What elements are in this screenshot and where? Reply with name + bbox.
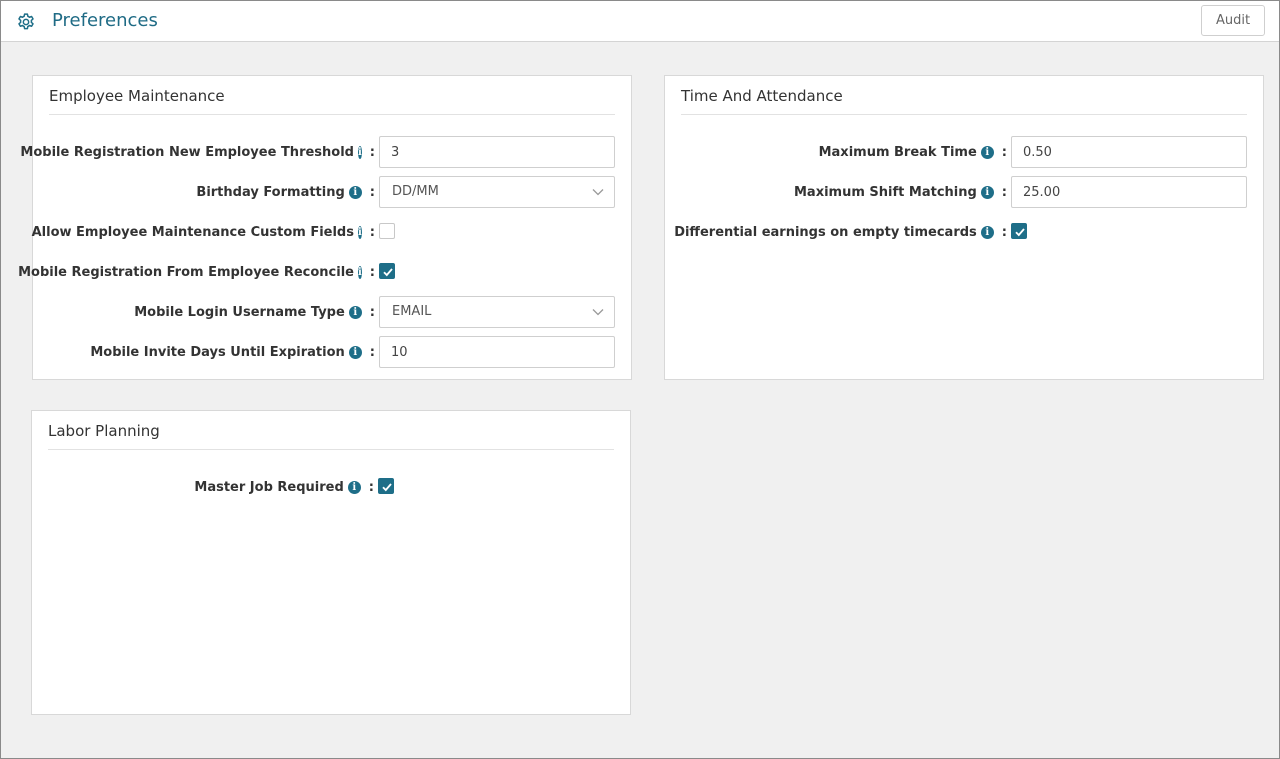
info-icon[interactable]: i [348,345,362,359]
setting-label: Allow Employee Maintenance Custom Fields [31,224,354,240]
reconcile-registration-checkbox[interactable] [379,263,395,279]
chevron-down-icon [592,309,604,316]
gear-icon [18,13,34,30]
panel-title: Employee Maintenance [49,87,225,105]
setting-row: Mobile Invite Days Until Expiration i : [33,336,631,368]
colon: : [369,264,375,280]
checkmark-icon [382,483,392,492]
colon: : [369,304,375,320]
top-bar: Preferences Audit [1,1,1279,42]
invite-days-input[interactable] [379,336,615,368]
info-icon[interactable]: i [348,185,362,199]
setting-label: Differential earnings on empty timecards [674,224,977,240]
info-icon[interactable]: i [980,225,994,239]
setting-label: Birthday Formatting [196,184,345,200]
setting-row: Mobile Registration New Employee Thresho… [20,136,631,168]
setting-row: Mobile Login Username Type i : EMAIL [33,296,631,328]
setting-row: Mobile Registration From Employee Reconc… [18,256,631,288]
differential-earnings-checkbox[interactable] [1011,223,1027,239]
setting-label: Mobile Login Username Type [134,304,345,320]
panel-title: Time And Attendance [681,87,843,105]
setting-row: Maximum Shift Matching i : [665,176,1263,208]
info-icon[interactable]: i [357,225,362,239]
birthday-format-select[interactable]: DD/MM [379,176,615,208]
labor-planning-panel: Labor Planning Master Job Required i : [31,410,631,715]
setting-row: Master Job Required i : [32,471,630,503]
checkmark-icon [1015,228,1025,237]
colon: : [369,184,375,200]
page-title: Preferences [52,10,158,31]
setting-row: Allow Employee Maintenance Custom Fields… [31,216,631,248]
setting-label: Master Job Required [194,479,344,495]
colon: : [1001,144,1007,160]
colon: : [1001,224,1007,240]
setting-label: Maximum Break Time [818,144,977,160]
info-icon[interactable]: i [357,265,362,279]
setting-row: Maximum Break Time i : [665,136,1263,168]
info-icon[interactable]: i [980,185,994,199]
setting-label: Maximum Shift Matching [794,184,977,200]
panel-title: Labor Planning [48,422,160,440]
setting-row: Birthday Formatting i : DD/MM [33,176,631,208]
info-icon[interactable]: i [980,145,994,159]
chevron-down-icon [592,189,604,196]
custom-fields-checkbox[interactable] [379,223,395,239]
setting-label: Mobile Registration New Employee Thresho… [20,144,354,160]
colon: : [368,479,374,495]
max-break-time-input[interactable] [1011,136,1247,168]
threshold-input[interactable] [379,136,615,168]
divider [681,114,1247,115]
checkmark-icon [383,268,393,277]
max-shift-matching-input[interactable] [1011,176,1247,208]
info-icon[interactable]: i [357,145,362,159]
select-value: EMAIL [392,304,432,319]
username-type-select[interactable]: EMAIL [379,296,615,328]
setting-row: Differential earnings on empty timecards… [665,216,1263,248]
time-and-attendance-panel: Time And Attendance Maximum Break Time i… [664,75,1264,380]
master-job-required-checkbox[interactable] [378,478,394,494]
colon: : [1001,184,1007,200]
colon: : [369,224,375,240]
divider [48,449,614,450]
setting-label: Mobile Invite Days Until Expiration [90,344,345,360]
colon: : [369,344,375,360]
colon: : [369,144,375,160]
setting-label: Mobile Registration From Employee Reconc… [18,264,354,280]
employee-maintenance-panel: Employee Maintenance Mobile Registration… [18,75,632,380]
info-icon[interactable]: i [348,305,362,319]
audit-button[interactable]: Audit [1201,5,1265,36]
select-value: DD/MM [392,184,439,199]
info-icon[interactable]: i [347,480,361,494]
divider [49,114,615,115]
